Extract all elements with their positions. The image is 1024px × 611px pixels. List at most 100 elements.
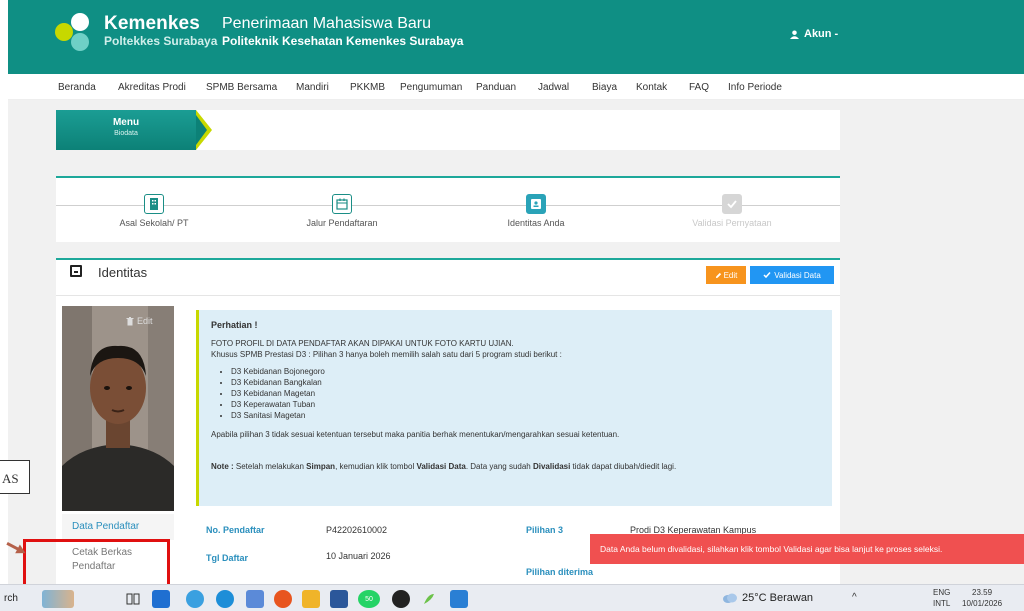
nav-pengumuman[interactable]: Pengumuman bbox=[400, 82, 462, 93]
firefox-icon[interactable] bbox=[274, 590, 292, 608]
info-line: Apabila pilihan 3 tidak sesuai ketentuan… bbox=[211, 430, 620, 439]
edit-button-label: Edit bbox=[723, 270, 738, 280]
file-explorer-icon[interactable] bbox=[246, 590, 264, 608]
tgl-daftar-value: 10 Januari 2026 bbox=[326, 551, 391, 561]
photos-icon[interactable] bbox=[450, 590, 468, 608]
feather-app-icon[interactable] bbox=[420, 590, 438, 608]
validasi-button-label: Validasi Data bbox=[774, 270, 821, 280]
nav-faq[interactable]: FAQ bbox=[689, 82, 709, 93]
step-label: Asal Sekolah/ PT bbox=[119, 218, 189, 228]
nav-akreditas-prodi[interactable]: Akreditas Prodi bbox=[118, 82, 186, 93]
no-pendaftar-value: P42202610002 bbox=[326, 525, 388, 535]
word-icon[interactable] bbox=[330, 590, 348, 608]
nav-beranda[interactable]: Beranda bbox=[58, 82, 96, 93]
nav-jadwal[interactable]: Jadwal bbox=[538, 82, 569, 93]
check-icon bbox=[763, 272, 771, 279]
note-simpan: Simpan bbox=[306, 462, 336, 471]
validasi-data-button[interactable]: Validasi Data bbox=[750, 266, 834, 284]
lang-layout: INTL bbox=[933, 599, 951, 608]
widgets-icon[interactable] bbox=[152, 590, 170, 608]
menu-title: Menu bbox=[112, 117, 140, 128]
note-text: Setelah melakukan bbox=[233, 462, 307, 471]
whatsapp-icon[interactable]: 50 bbox=[358, 590, 380, 608]
profile-photo bbox=[62, 306, 174, 511]
step-identitas-anda[interactable]: Identitas Anda bbox=[456, 194, 616, 228]
sidebar-item-data-pendaftar[interactable]: Data Pendaftar bbox=[62, 514, 174, 540]
taskbar-search[interactable]: rch bbox=[4, 593, 18, 604]
list-item: D3 Kebidanan Bojonegoro bbox=[231, 366, 820, 377]
clock[interactable]: 23.59 10/01/2026 bbox=[962, 587, 1002, 609]
chevron-up-icon[interactable]: ^ bbox=[852, 592, 857, 603]
no-pendaftar-label: No. Pendaftar bbox=[206, 525, 265, 535]
info-line: Khusus SPMB Prestasi D3 : Pilihan 3 hany… bbox=[211, 350, 562, 359]
list-item: D3 Sanitasi Magetan bbox=[231, 410, 820, 421]
system-tray-icons[interactable]: ^ bbox=[852, 592, 857, 603]
note-text: . Data yang sudah bbox=[465, 462, 533, 471]
windows-taskbar: rch 50 25°C Berawan ^ ENG INTL 23.59 10/… bbox=[0, 584, 1024, 611]
validation-toast[interactable]: Data Anda belum divalidasi, silahkan kli… bbox=[590, 534, 1024, 564]
step-label: Jalur Pendaftaran bbox=[306, 218, 378, 228]
step-jalur-pendaftaran[interactable]: Jalur Pendaftaran bbox=[262, 194, 422, 228]
note-validasi: Validasi Data bbox=[416, 462, 466, 471]
edit-button[interactable]: Edit bbox=[706, 266, 746, 284]
note-label: Note : bbox=[211, 462, 234, 471]
id-card-icon bbox=[70, 265, 82, 277]
id-card-icon bbox=[526, 194, 546, 214]
annotation-label: AS bbox=[0, 460, 30, 494]
main-nav: Beranda Akreditas Prodi SPMB Bersama Man… bbox=[8, 74, 1024, 100]
nav-pkkmb[interactable]: PKKMB bbox=[350, 82, 385, 93]
highlight-annotation-box bbox=[23, 539, 170, 587]
nav-biaya[interactable]: Biaya bbox=[592, 82, 617, 93]
info-line: FOTO PROFIL DI DATA PENDAFTAR AKAN DIPAK… bbox=[211, 339, 514, 348]
tgl-daftar-label: Tgl Daftar bbox=[206, 553, 249, 563]
calendar-icon bbox=[332, 194, 352, 214]
step-asal-sekolah[interactable]: Asal Sekolah/ PT bbox=[74, 194, 234, 228]
landscape-thumbnail-icon[interactable] bbox=[42, 590, 74, 608]
menu-subtitle: Biodata bbox=[114, 130, 138, 137]
lang-text: ENG bbox=[933, 588, 951, 597]
nav-kontak[interactable]: Kontak bbox=[636, 82, 667, 93]
clock-date: 10/01/2026 bbox=[962, 599, 1003, 608]
profile-photo-illustration bbox=[62, 306, 174, 511]
store-icon[interactable] bbox=[302, 590, 320, 608]
nav-panduan[interactable]: Panduan bbox=[476, 82, 516, 93]
menu-arrow-inner-decoration bbox=[196, 115, 207, 145]
note-divalidasi: Divalidasi bbox=[532, 462, 571, 471]
nav-spmb-bersama[interactable]: SPMB Bersama bbox=[206, 82, 277, 93]
list-item: D3 Kebidanan Bangkalan bbox=[231, 377, 820, 388]
brand-name: Kemenkes bbox=[104, 13, 200, 34]
program-list: D3 Kebidanan Bojonegoro D3 Kebidanan Ban… bbox=[231, 366, 820, 421]
account-menu[interactable]: Akun - bbox=[790, 28, 838, 40]
nav-mandiri[interactable]: Mandiri bbox=[296, 82, 329, 93]
photo-edit-label: Edit bbox=[137, 316, 153, 326]
app-icon[interactable] bbox=[186, 590, 204, 608]
pencil-icon bbox=[715, 272, 721, 278]
brand-subname: Poltekkes Surabaya bbox=[104, 34, 218, 48]
pilihan3-label: Pilihan 3 bbox=[526, 525, 564, 535]
building-icon bbox=[144, 194, 164, 214]
info-heading: Perhatian ! bbox=[211, 320, 258, 330]
trash-icon bbox=[126, 316, 134, 325]
page-subtitle: Politeknik Kesehatan Kemenkes Surabaya bbox=[222, 34, 464, 48]
step-label: Identitas Anda bbox=[507, 218, 565, 228]
nav-info-periode[interactable]: Info Periode bbox=[728, 82, 782, 93]
language-indicator[interactable]: ENG INTL bbox=[933, 587, 950, 609]
media-player-icon[interactable] bbox=[392, 590, 410, 608]
notification-badge: 50 bbox=[365, 595, 373, 603]
menu-tab-biodata[interactable]: Menu Biodata bbox=[56, 110, 196, 150]
identitas-divider bbox=[56, 295, 840, 296]
weather-text: 25°C Berawan bbox=[742, 592, 814, 604]
weather-widget[interactable]: 25°C Berawan bbox=[722, 592, 813, 604]
note-text: , kemudian klik tombol bbox=[335, 462, 417, 471]
step-validasi-pernyataan[interactable]: Validasi Pernyataan bbox=[652, 194, 812, 228]
info-alert: Perhatian ! FOTO PROFIL DI DATA PENDAFTA… bbox=[196, 310, 832, 506]
cloud-icon bbox=[723, 593, 737, 603]
edge-browser-icon[interactable] bbox=[216, 590, 234, 608]
identitas-title: Identitas bbox=[98, 265, 148, 280]
account-label: Akun - bbox=[804, 28, 839, 40]
check-icon bbox=[722, 194, 742, 214]
user-icon bbox=[790, 29, 799, 39]
task-view-icon[interactable] bbox=[124, 590, 142, 608]
photo-edit-button[interactable]: Edit bbox=[126, 316, 153, 326]
list-item: D3 Kebidanan Magetan bbox=[231, 388, 820, 399]
